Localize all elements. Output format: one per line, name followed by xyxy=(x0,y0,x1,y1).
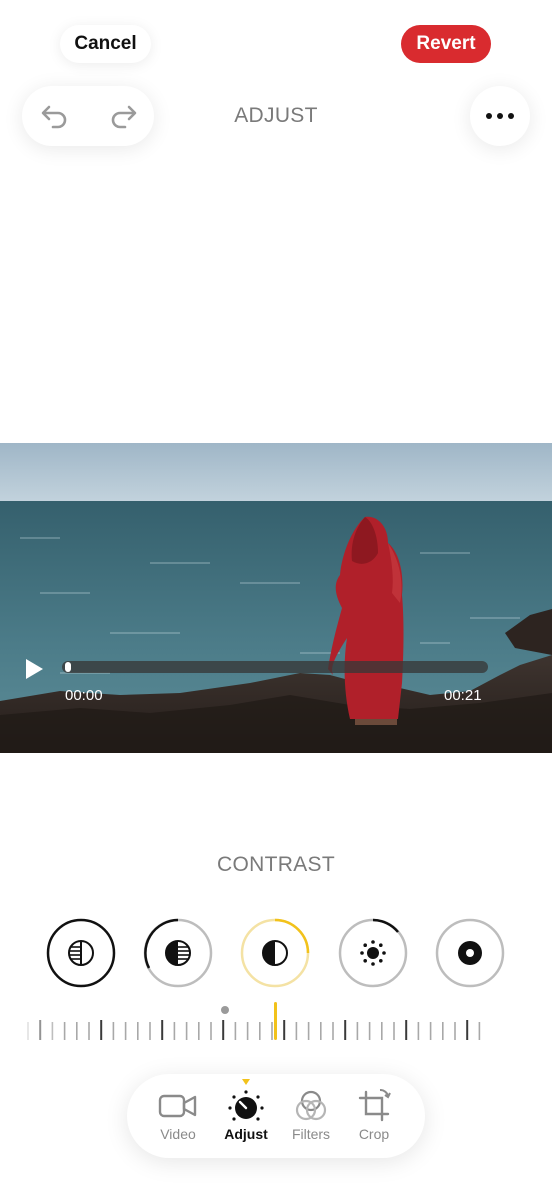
tab-label: Crop xyxy=(358,1126,390,1142)
contrast-icon xyxy=(240,918,310,988)
undo-icon xyxy=(41,105,67,129)
crop-icon xyxy=(358,1089,391,1122)
tool-black-point[interactable] xyxy=(435,918,505,988)
adjust-dial-icon xyxy=(228,1090,264,1121)
tab-video[interactable]: Video xyxy=(144,1074,212,1158)
video-scrubber[interactable] xyxy=(62,661,488,673)
tab-label: Video xyxy=(160,1126,196,1142)
redo-icon xyxy=(111,105,137,129)
scrubber-track xyxy=(62,661,488,673)
scrubber-handle[interactable] xyxy=(65,662,71,672)
tab-adjust[interactable]: Adjust xyxy=(212,1074,280,1158)
tool-brightness[interactable] xyxy=(338,918,408,988)
bottom-tab-bar: Video Adjust Filters Crop xyxy=(127,1074,425,1158)
redo-button[interactable] xyxy=(106,100,140,132)
cancel-button[interactable]: Cancel xyxy=(60,25,151,63)
more-options-button[interactable] xyxy=(470,86,530,146)
active-indicator-icon xyxy=(242,1079,250,1085)
undo-button[interactable] xyxy=(38,100,72,132)
brightness-icon xyxy=(338,918,408,988)
play-button[interactable] xyxy=(22,657,46,681)
tool-brilliance[interactable] xyxy=(143,918,213,988)
video-camera-icon xyxy=(158,1094,197,1118)
current-time: 00:00 xyxy=(65,687,103,704)
tab-filters[interactable]: Filters xyxy=(277,1074,345,1158)
tab-label: Filters xyxy=(291,1126,331,1142)
slider-scale xyxy=(27,1002,481,1040)
black-point-icon xyxy=(435,918,505,988)
brilliance-icon xyxy=(143,918,213,988)
tab-crop[interactable]: Crop xyxy=(340,1074,408,1158)
tool-contrast[interactable] xyxy=(240,918,310,988)
exposure-icon xyxy=(46,918,116,988)
tab-label: Adjust xyxy=(224,1126,268,1142)
video-frame xyxy=(0,443,552,753)
page-title: ADJUST xyxy=(234,104,318,127)
undo-redo-group xyxy=(22,86,154,146)
video-preview xyxy=(0,443,552,753)
slider-origin-dot xyxy=(221,1006,229,1014)
ellipsis-icon xyxy=(486,113,514,119)
adjustment-slider[interactable] xyxy=(20,998,532,1046)
filters-icon xyxy=(295,1090,327,1121)
duration-time: 00:21 xyxy=(444,687,482,704)
revert-button[interactable]: Revert xyxy=(401,25,491,63)
play-icon xyxy=(26,659,43,679)
tool-exposure[interactable] xyxy=(46,918,116,988)
selected-tool-label: CONTRAST xyxy=(217,853,335,876)
slider-indicator xyxy=(274,1002,277,1040)
